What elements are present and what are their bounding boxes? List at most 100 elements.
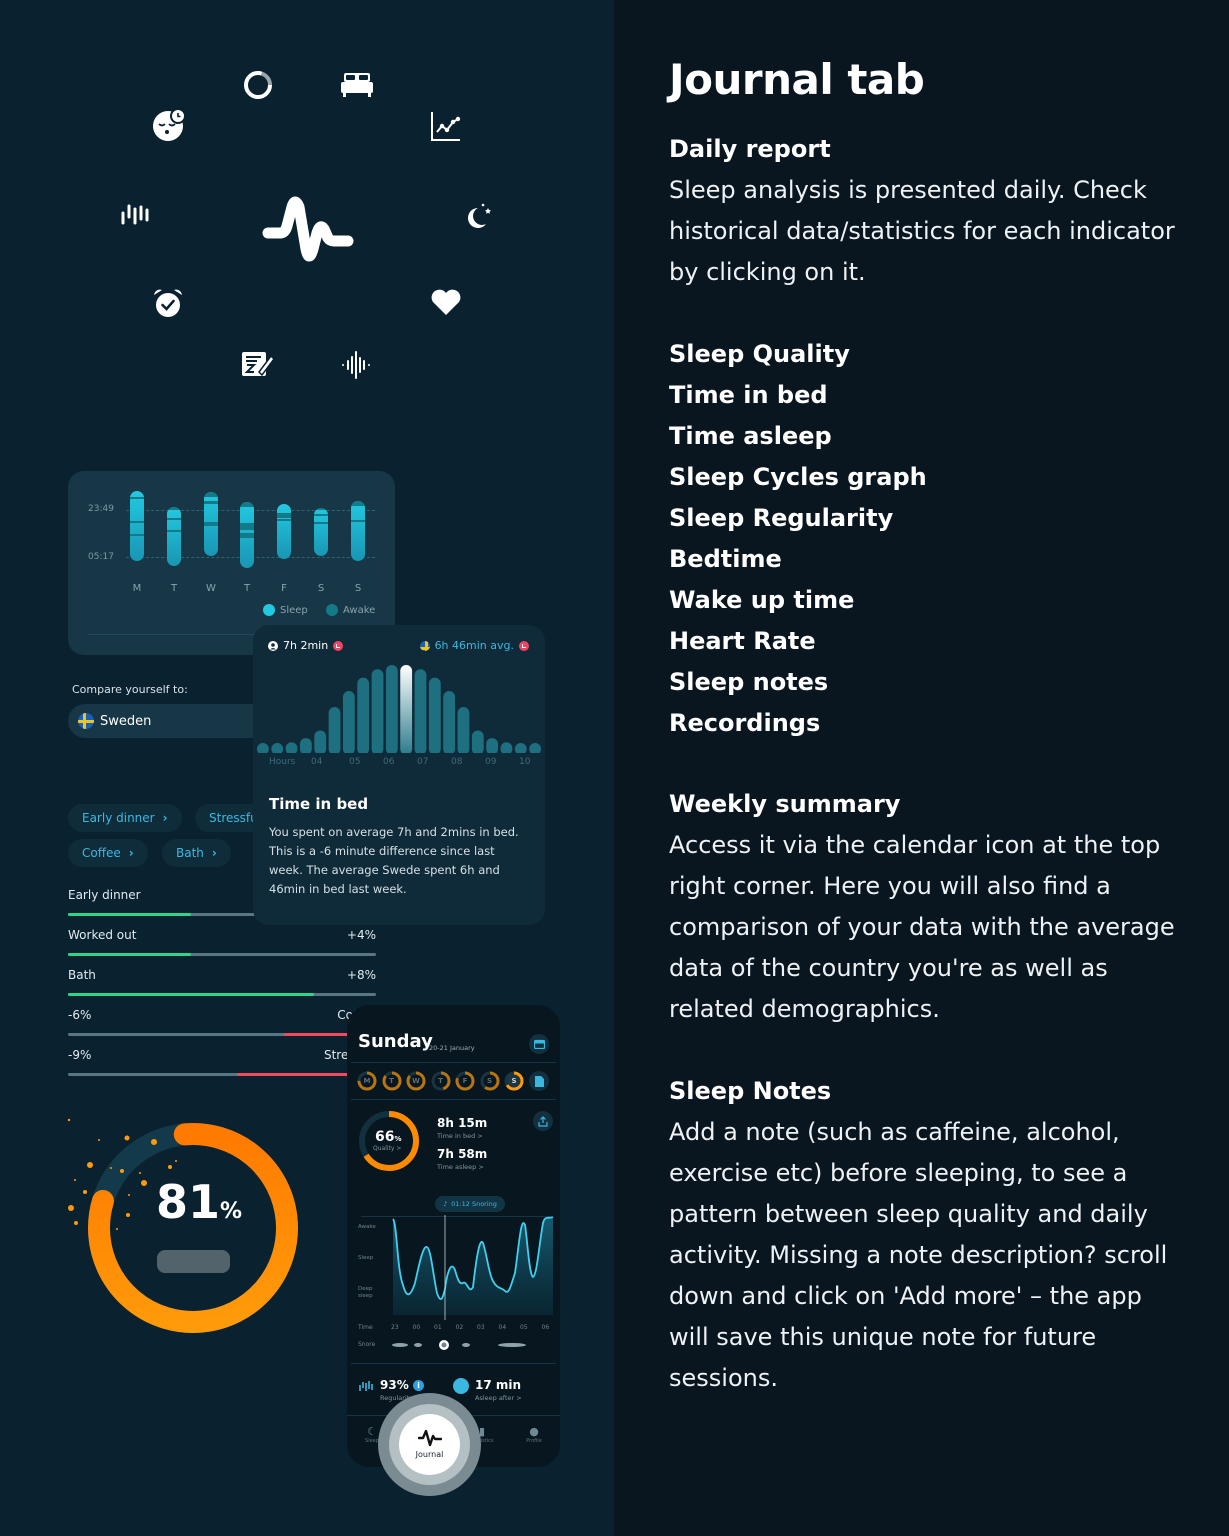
sleep-cycles-graph[interactable] bbox=[387, 1215, 555, 1320]
note-chip[interactable]: Bath › bbox=[162, 839, 231, 867]
phone-journal-screen: Sunday 20-21 January M T W T F S S 66% Quality… bbox=[347, 1005, 560, 1467]
info-icon[interactable]: i bbox=[413, 1380, 424, 1391]
day-sleep-bar[interactable] bbox=[314, 508, 328, 556]
graph-x-tick: 00 bbox=[412, 1324, 421, 1331]
graph-x-tick: 02 bbox=[455, 1324, 464, 1331]
day-label: W bbox=[206, 583, 216, 594]
asleep-after-value[interactable]: 17 min bbox=[475, 1378, 521, 1392]
trend-down-icon bbox=[333, 640, 344, 651]
distribution-bar bbox=[529, 743, 541, 753]
time-in-bed-card[interactable]: 7h 2min 6h 46min avg. Hours 04 05 06 07 … bbox=[253, 625, 545, 925]
graph-x-tick: 03 bbox=[477, 1324, 485, 1331]
week-day-ring[interactable]: S bbox=[504, 1071, 524, 1091]
awake-segment bbox=[130, 496, 144, 500]
share-button[interactable] bbox=[533, 1111, 553, 1131]
week-day-ring[interactable]: F bbox=[455, 1071, 475, 1091]
distribution-bar bbox=[271, 743, 284, 753]
asleep-after-label[interactable]: Asleep after > bbox=[475, 1394, 522, 1402]
time-in-bed-label[interactable]: Time in bed > bbox=[437, 1132, 483, 1140]
distribution-bar bbox=[285, 742, 298, 753]
snore-timeline[interactable] bbox=[392, 1339, 552, 1351]
snoring-tag[interactable]: ♪ 01:12 Snoring bbox=[435, 1196, 505, 1212]
day-sleep-bar[interactable] bbox=[351, 501, 365, 561]
day-sleep-bar[interactable] bbox=[204, 492, 218, 556]
day-sleep-bar[interactable] bbox=[277, 504, 291, 559]
line-chart-icon bbox=[431, 112, 461, 141]
day-sleep-bar[interactable] bbox=[240, 502, 254, 568]
indicator-item: Sleep Cycles graph bbox=[669, 463, 927, 491]
nav-label: Profile bbox=[526, 1438, 542, 1444]
awake-segment bbox=[314, 521, 328, 524]
awake-segment bbox=[314, 513, 328, 516]
legend-sleep: Sleep bbox=[263, 604, 308, 616]
impact-fill bbox=[68, 913, 192, 916]
week-day-ring[interactable]: S bbox=[480, 1071, 500, 1091]
country-select[interactable]: Sweden bbox=[68, 704, 268, 738]
week-day-label: W bbox=[412, 1077, 420, 1085]
nav-label: Journal bbox=[415, 1450, 444, 1459]
distribution-bar bbox=[514, 743, 527, 753]
nav-journal[interactable]: Journal bbox=[378, 1393, 481, 1496]
progress-ring-icon bbox=[244, 71, 272, 99]
day-label: F bbox=[281, 583, 287, 594]
day-label: M bbox=[132, 583, 142, 594]
moon-stars-icon bbox=[468, 203, 491, 228]
x-tick: 08 bbox=[451, 757, 463, 767]
graph-x-tick: 23 bbox=[391, 1324, 399, 1331]
week-day-ring[interactable]: M bbox=[357, 1071, 377, 1091]
indicator-item: Time asleep bbox=[669, 422, 832, 450]
legend-awake: Awake bbox=[326, 604, 375, 616]
time-asleep-label[interactable]: Time asleep > bbox=[437, 1163, 484, 1171]
week-day-label: T bbox=[389, 1077, 394, 1085]
section-heading-weekly: Weekly summary bbox=[669, 790, 901, 818]
chip-label: Bath bbox=[176, 846, 204, 860]
indicator-item: Sleep notes bbox=[669, 668, 829, 696]
impact-fill bbox=[68, 953, 192, 956]
week-day-ring[interactable]: T bbox=[431, 1071, 451, 1091]
awake-segment bbox=[167, 507, 181, 511]
impact-track bbox=[68, 993, 376, 996]
note-impact-value: -6% bbox=[68, 1008, 92, 1022]
day-sleep-bar[interactable] bbox=[130, 491, 144, 561]
note-chip[interactable]: Coffee › bbox=[68, 839, 148, 867]
regularity-value[interactable]: 93% bbox=[380, 1378, 409, 1392]
calendar-icon bbox=[533, 1039, 545, 1049]
note-edit-icon bbox=[242, 352, 275, 377]
time-in-bed-value[interactable]: 8h 15m bbox=[437, 1116, 487, 1130]
average-value: 6h 46min avg. bbox=[434, 639, 514, 652]
awake-segment bbox=[167, 517, 181, 520]
nav-profile[interactable]: ● Profile bbox=[519, 1425, 549, 1444]
week-day-label: S bbox=[486, 1077, 493, 1085]
daily-note-button[interactable] bbox=[529, 1071, 549, 1091]
time-asleep-value[interactable]: 7h 58m bbox=[437, 1147, 487, 1161]
document-icon bbox=[534, 1075, 544, 1087]
quality-percent: 81% bbox=[156, 1175, 243, 1229]
week-day-ring[interactable]: W bbox=[406, 1071, 426, 1091]
calendar-button[interactable] bbox=[529, 1034, 549, 1054]
note-chip[interactable]: Early dinner › bbox=[68, 804, 182, 832]
distribution-bar bbox=[371, 669, 384, 753]
awake-segment bbox=[351, 520, 365, 523]
x-axis-label: Hours bbox=[269, 757, 296, 767]
legend-label: Sleep bbox=[280, 604, 308, 616]
week-day-ring[interactable]: T bbox=[382, 1071, 402, 1091]
awake-segment bbox=[130, 534, 144, 537]
day-sleep-bar[interactable] bbox=[167, 507, 181, 566]
divider bbox=[351, 1062, 556, 1063]
awake-segment bbox=[240, 523, 254, 530]
user-time-in-bed: 7h 2min bbox=[268, 639, 344, 652]
graph-x-tick: 04 bbox=[498, 1324, 507, 1331]
awake-segment bbox=[204, 501, 218, 504]
bed-icon bbox=[341, 73, 373, 97]
compare-label: Compare yourself to: bbox=[72, 683, 188, 696]
date-range: 20-21 January bbox=[429, 1044, 475, 1052]
distribution-bar bbox=[428, 677, 441, 753]
week-day-label: M bbox=[363, 1077, 371, 1085]
graph-x-tick: 05 bbox=[520, 1324, 528, 1331]
awake-segment bbox=[277, 519, 291, 521]
legend-swatch-awake bbox=[326, 604, 338, 616]
sleepy-face-icon bbox=[453, 1378, 469, 1394]
x-tick: 09 bbox=[485, 757, 497, 767]
section-text-weekly: Access it via the calendar icon at the t… bbox=[669, 831, 1175, 1023]
x-tick: 06 bbox=[383, 757, 395, 767]
